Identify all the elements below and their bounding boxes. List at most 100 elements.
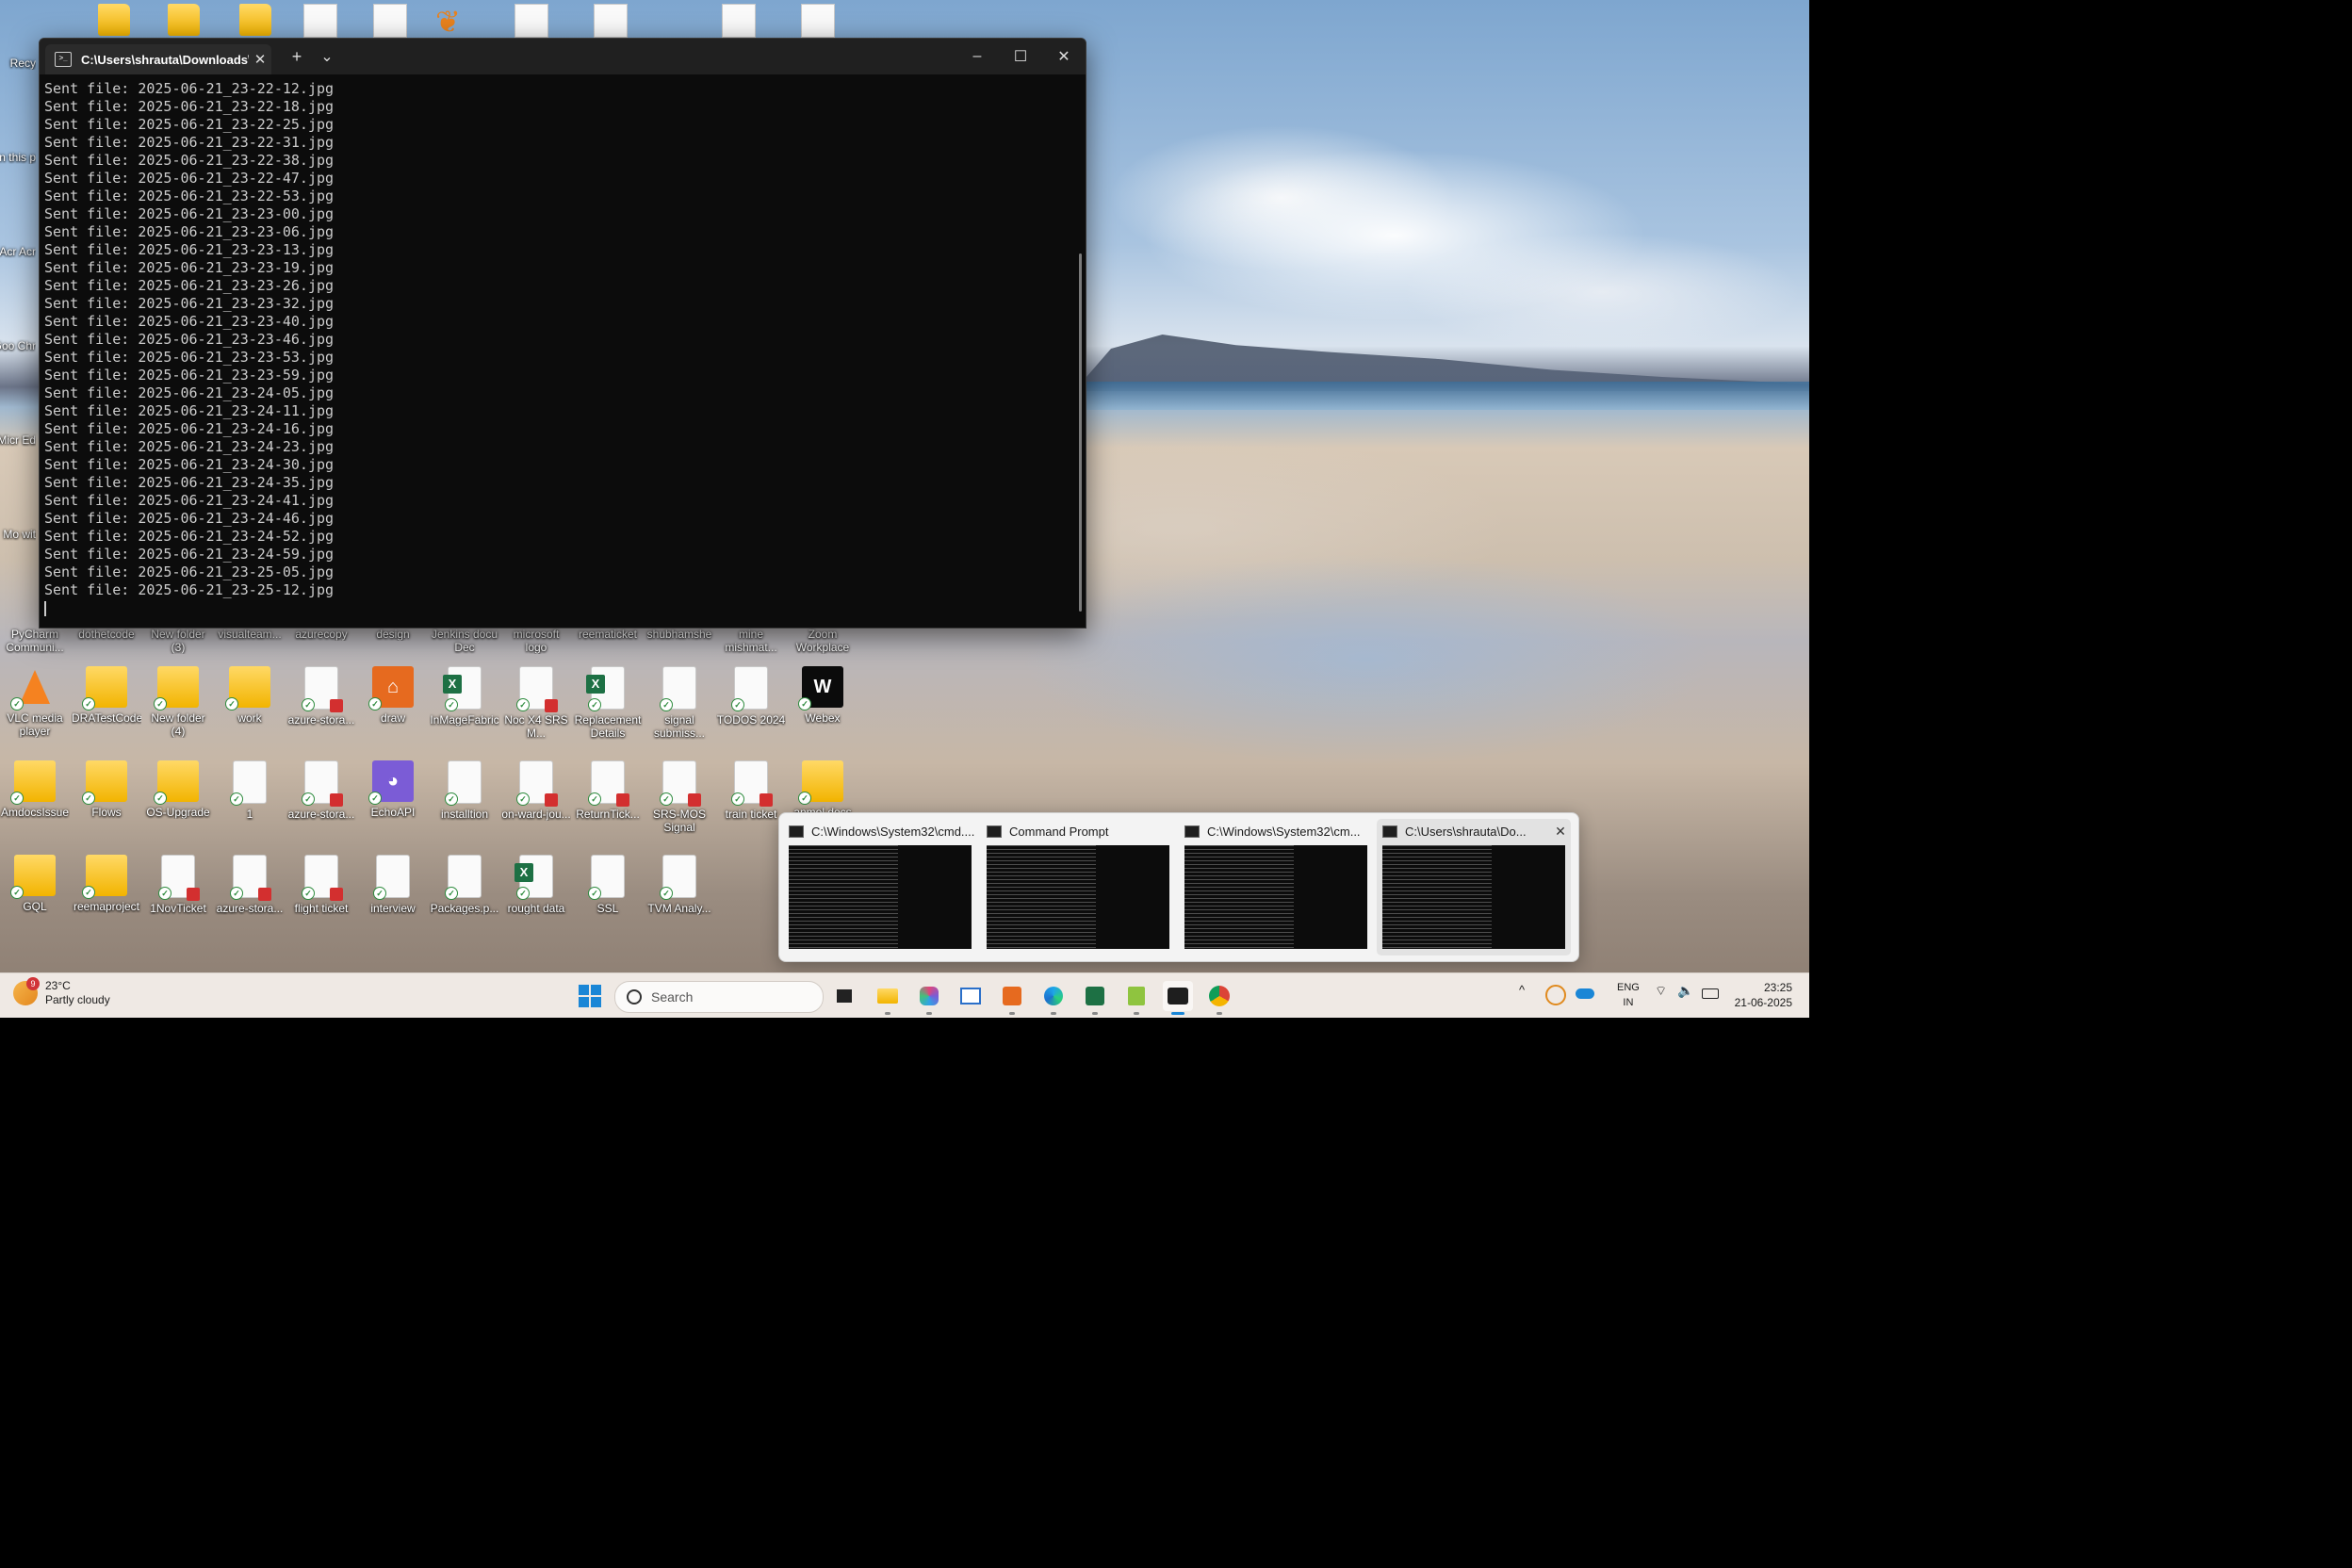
sync-icon[interactable] [1545,985,1566,1005]
desktop-icon[interactable]: ✓ TODOS 2024 [716,666,786,755]
desktop-icon[interactable]: ✓ azure-stora... [286,760,356,849]
taskbar-terminal-button[interactable] [1163,981,1193,1015]
taskbar-notepad-button[interactable] [1121,981,1152,1015]
terminal-output[interactable]: Sent file: 2025-06-21_23-22-12.jpg Sent … [40,74,1086,628]
desktop-icon[interactable]: Recy [0,8,36,96]
desktop-icon[interactable]: ✓ flight ticket [286,855,356,943]
desktop-icon[interactable]: Learn this p [0,102,36,190]
desktop-icon[interactable]: ✓ on-ward-jou... [501,760,571,849]
tab-close-icon[interactable]: ✕ [249,51,271,68]
desktop-icon-label: azure-stora... [287,713,355,727]
desktop-icon[interactable]: ◕ ✓ EchoAPI [358,760,428,849]
terminal-tab[interactable]: >_ C:\Users\shrauta\Downloads\ ✕ [45,44,271,74]
document-icon[interactable] [514,4,548,38]
desktop-icon[interactable]: W ✓ Webex [788,666,858,755]
document-icon[interactable] [373,4,407,38]
desktop-icon[interactable]: New folder (3) [143,624,213,656]
thumbnail-window-3[interactable]: C:\Windows\System32\cm... [1179,819,1373,956]
minimize-button[interactable]: – [956,39,999,74]
desktop-icon[interactable]: Mo wit [0,479,36,567]
desktop-icon[interactable]: ✓ 1 [215,760,285,849]
desktop-icon[interactable]: ✓ signal submiss... [645,666,714,755]
desktop-icon[interactable]: ✓ interview [358,855,428,943]
desktop-icon[interactable]: ✓ azure-stora... [286,666,356,755]
new-tab-button[interactable]: + [283,39,311,74]
sync-check-icon: ✓ [82,697,95,710]
document-icon[interactable] [594,4,628,38]
thumbnail-window-1[interactable]: C:\Windows\System32\cmd.... [783,819,977,956]
desktop-icon[interactable]: Acr Acr [0,196,36,285]
desktop-icon[interactable]: ✓ Flows [72,760,141,849]
taskbar-excel-button[interactable] [1080,981,1110,1015]
desktop-icon[interactable]: design [358,624,428,656]
folder-icon[interactable] [168,4,200,36]
desktop-icon[interactable]: ✓ InMageFabric [430,666,499,755]
desktop-icon[interactable]: ✓ DRATestCode [72,666,141,755]
document-icon[interactable] [303,4,337,38]
desktop-icon[interactable]: PyCharm Communi... [0,624,70,656]
taskbar-window-button[interactable] [956,981,986,1011]
taskbar-draw-button[interactable] [997,981,1027,1015]
taskbar-microsoft-365-button[interactable] [914,981,944,1015]
desktop-icon[interactable]: visualteam... [215,624,285,656]
language-indicator[interactable]: ENG IN [1617,980,1640,1010]
onedrive-icon[interactable] [1576,988,1594,999]
desktop-icon[interactable]: Zoom Workplace [788,624,858,656]
desktop-icon[interactable]: azurecopy [286,624,356,656]
desktop-icon[interactable]: shubhamshe [645,624,714,656]
desktop-icon[interactable]: ✓ OS-Upgrade [143,760,213,849]
desktop-icon[interactable]: Goo Chr [0,290,36,379]
system-clock[interactable]: 23:25 21-06-2025 [1735,980,1792,1010]
desktop-icon[interactable]: ⌂ ✓ draw [358,666,428,755]
desktop-icon[interactable]: reematicket [573,624,643,656]
desktop-icon[interactable]: Micr Ed [0,384,36,473]
terminal-window[interactable]: >_ C:\Users\shrauta\Downloads\ ✕ + ⌄ – ☐… [39,38,1086,629]
start-button[interactable] [579,985,601,1007]
butterfly-icon[interactable]: ❦ [435,4,467,39]
desktop-icon[interactable]: ✓ rought data [501,855,571,943]
desktop-icon[interactable]: ✓ AmdocsIssue [0,760,70,849]
thumbnail-close-icon[interactable]: ✕ [1550,824,1571,840]
folder-icon[interactable] [239,4,271,36]
desktop-icon[interactable]: ✓ 1NovTicket [143,855,213,943]
desktop-icon[interactable]: ✓ ReturnTick... [573,760,643,849]
taskbar-edge-button[interactable] [1038,981,1069,1015]
desktop-icon[interactable]: ✓ Noc X4 SRS M... [501,666,571,755]
folder-icon[interactable] [98,4,130,36]
close-button[interactable]: ✕ [1042,39,1086,74]
desktop-icon[interactable]: ✓ installtion [430,760,499,849]
taskbar-task-view-button[interactable] [829,981,859,1011]
desktop-icon[interactable]: ✓ SRS-MOS Signal [645,760,714,849]
desktop-icon[interactable]: ✓ TVM Analy... [645,855,714,943]
taskbar-chrome-button[interactable] [1204,981,1234,1015]
desktop-icon[interactable]: ✓ train ticket [716,760,786,849]
tray-chevron-icon[interactable]: ^ [1519,983,1525,997]
desktop-icon[interactable]: ✓ azure-stora... [215,855,285,943]
desktop-icon[interactable]: ✓ SSL [573,855,643,943]
taskbar-search[interactable]: Search [614,981,824,1013]
desktop-icon[interactable]: dothetcode [72,624,141,656]
tab-dropdown-button[interactable]: ⌄ [313,39,341,74]
desktop-icon[interactable]: ✓ GQL [0,855,70,943]
terminal-scrollbar[interactable] [1079,253,1082,612]
desktop-icon[interactable]: ✓ reemaproject [72,855,141,943]
desktop-icon[interactable]: ✓ VLC media player [0,666,70,755]
wifi-icon[interactable]: ⌔ [1655,983,1667,1000]
desktop-icon[interactable]: ✓ Replacement Details [573,666,643,755]
thumbnail-window-2[interactable]: Command Prompt [981,819,1175,956]
terminal-titlebar[interactable]: >_ C:\Users\shrauta\Downloads\ ✕ + ⌄ – ☐… [40,39,1086,74]
desktop-icon[interactable]: microsoft logo [501,624,571,656]
document-icon[interactable] [801,4,835,38]
battery-icon[interactable] [1702,988,1719,999]
volume-icon[interactable]: 🔈 [1677,983,1693,999]
maximize-button[interactable]: ☐ [999,39,1042,74]
weather-widget[interactable]: 9 23°C Partly cloudy [13,977,110,1007]
thumbnail-window-4[interactable]: C:\Users\shrauta\Do... ✕ [1377,819,1571,956]
desktop-icon[interactable]: Jenkins docu Dec [430,624,499,656]
desktop-icon[interactable]: ✓ New folder (4) [143,666,213,755]
desktop-icon[interactable]: ✓ work [215,666,285,755]
desktop-icon[interactable]: ✓ Packages.p... [430,855,499,943]
taskbar-file-explorer-button[interactable] [873,981,903,1015]
desktop-icon[interactable]: mine mishmat... [716,624,786,656]
document-icon[interactable] [722,4,756,38]
